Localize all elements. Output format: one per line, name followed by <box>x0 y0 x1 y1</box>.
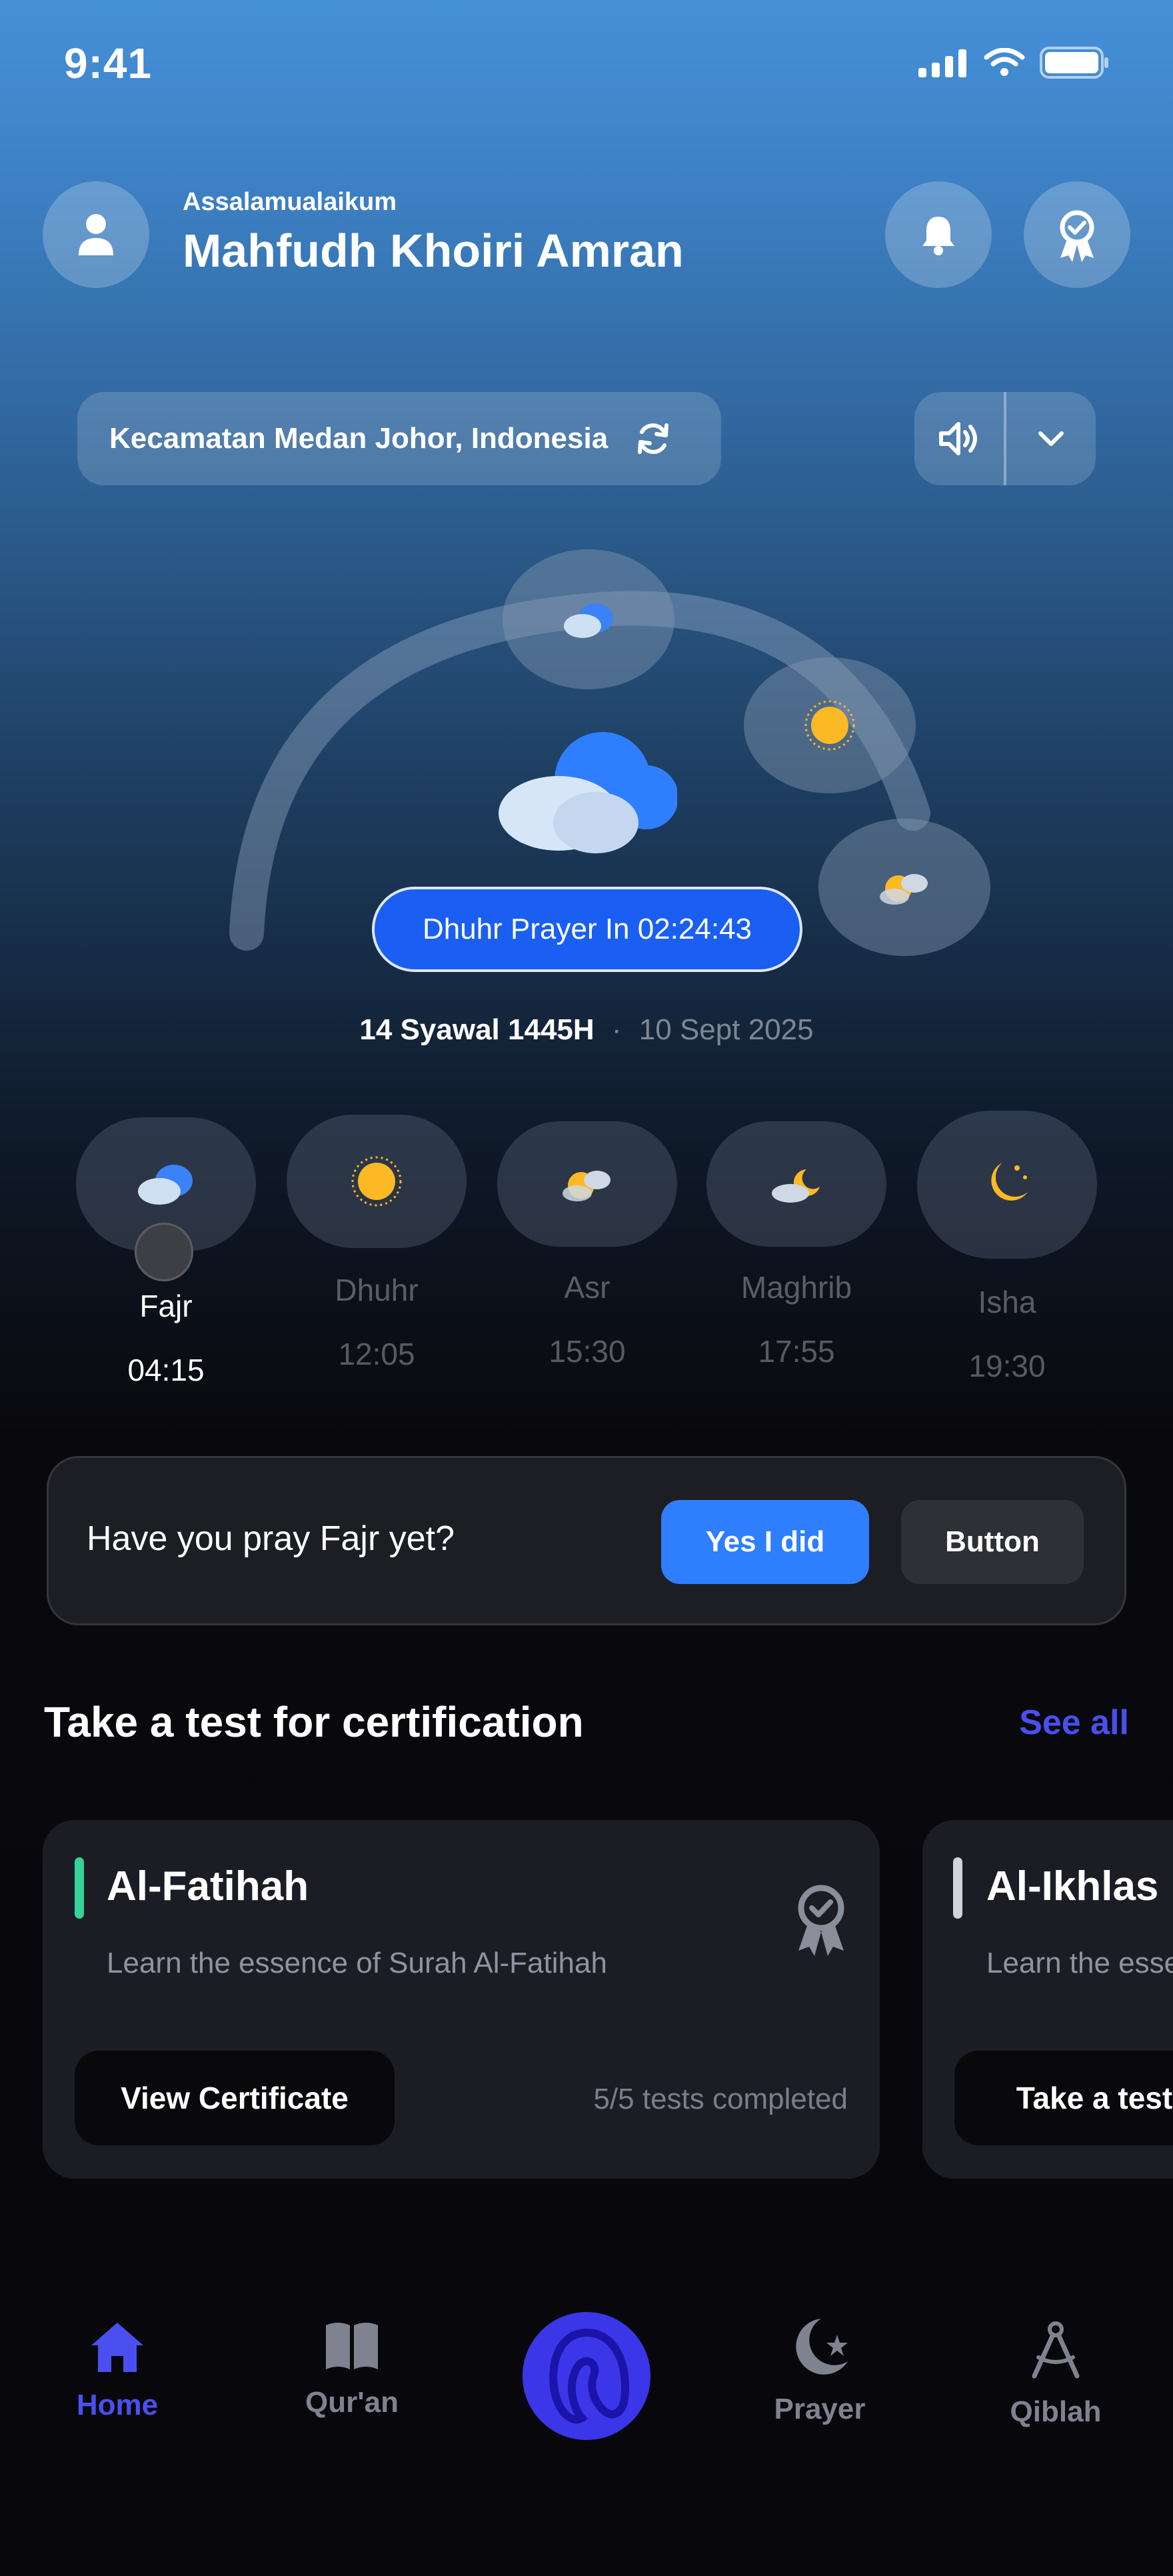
prayer-asr[interactable]: Asr 15:30 <box>497 1121 677 1369</box>
prayer-bubble <box>497 1121 677 1247</box>
take-test-button[interactable]: Take a test <box>954 2051 1173 2145</box>
app-logo-icon <box>549 2328 629 2424</box>
hijri-date: 14 Syawal 1445H <box>359 1013 594 1046</box>
cert-description: Learn the essence of Surah Al-Ikhlas <box>986 1947 1173 1979</box>
prayer-check-question: Have you pray Fajr yet? <box>87 1519 455 1558</box>
achievements-button[interactable] <box>1024 181 1130 288</box>
arc-node-asr <box>818 819 990 956</box>
signal-bars-icon <box>918 49 966 77</box>
date-line: 14 Syawal 1445H · 10 Sept 2025 <box>0 1013 1173 1047</box>
nav-label: Qur'an <box>305 2386 399 2419</box>
prayer-time: 17:55 <box>758 1334 835 1369</box>
notification-button[interactable] <box>885 181 992 288</box>
prayer-time: 15:30 <box>549 1334 626 1369</box>
prayer-name: Isha <box>978 1285 1036 1319</box>
award-ribbon-icon <box>798 1885 844 1956</box>
cert-progress: 5/5 tests completed <box>593 2083 848 2115</box>
nav-prayer[interactable]: Prayer <box>746 2315 893 2426</box>
chevron-down-icon <box>1038 431 1064 446</box>
cert-title: Al-Fatihah <box>107 1863 309 1909</box>
prayer-time: 04:15 <box>127 1353 205 1387</box>
greeting: Assalamualaikum <box>183 188 397 216</box>
prayer-name: Maghrib <box>740 1270 852 1305</box>
location-selector[interactable]: Kecamatan Medan Johor, Indonesia <box>77 392 721 485</box>
prayer-bubble <box>287 1115 467 1248</box>
moon-stars-icon <box>991 1163 1028 1201</box>
award-badge-icon <box>1060 210 1094 262</box>
user-icon <box>79 214 113 255</box>
arc-node-fajr <box>503 549 674 689</box>
cloud-icon <box>138 1165 193 1205</box>
prayer-maghrib[interactable]: Maghrib 17:55 <box>706 1121 886 1369</box>
center-action-button[interactable] <box>523 2312 650 2440</box>
compass-icon <box>1032 2321 1080 2379</box>
see-all-link[interactable]: See all <box>1019 1703 1129 1743</box>
book-icon <box>326 2323 378 2369</box>
prayer-bubble <box>706 1121 886 1247</box>
prayer-bubble <box>917 1111 1097 1259</box>
active-indicator <box>135 1223 193 1281</box>
arc-node-dhuhr <box>744 657 916 793</box>
section-title: Take a test for certification <box>44 1698 584 1746</box>
prayer-time: 19:30 <box>968 1349 1046 1383</box>
cert-accent <box>75 1857 84 1919</box>
gregorian-date: 10 Sept 2025 <box>638 1013 814 1046</box>
yes-button[interactable]: Yes I did <box>661 1500 869 1584</box>
nav-label: Home <box>76 2389 159 2421</box>
status-icons <box>918 47 1109 79</box>
sun-icon <box>351 1156 402 1207</box>
secondary-button[interactable]: Button <box>901 1500 1084 1584</box>
prayer-bubble <box>76 1117 256 1281</box>
cert-title: Al-Ikhlas <box>986 1863 1159 1909</box>
status-time: 9:41 <box>64 39 153 87</box>
prayer-name: Fajr <box>139 1289 193 1323</box>
sound-toggle[interactable] <box>914 392 1004 485</box>
next-prayer-countdown[interactable]: Dhuhr Prayer In 02:24:43 <box>372 887 802 972</box>
battery-icon <box>1040 47 1108 79</box>
prayer-fajr[interactable]: Fajr 04:15 <box>76 1117 256 1388</box>
sun-icon <box>804 700 855 751</box>
bell-icon <box>922 217 954 255</box>
prayer-name: Dhuhr <box>335 1273 419 1307</box>
cloud-moon-icon <box>772 1169 820 1203</box>
avatar[interactable] <box>43 181 149 288</box>
prayer-name: Asr <box>564 1270 610 1305</box>
nav-label: Qiblah <box>1010 2395 1102 2428</box>
sound-control <box>914 392 1096 485</box>
cert-card-al-ikhlas[interactable]: Al-Ikhlas Learn the essence of Surah Al-… <box>922 1820 1173 2179</box>
date-separator: · <box>611 1013 622 1046</box>
user-name: Mahfudh Khoiri Amran <box>183 225 684 277</box>
nav-label: Prayer <box>774 2393 866 2425</box>
home-icon <box>91 2323 143 2372</box>
refresh-icon[interactable] <box>634 420 672 457</box>
prayer-isha[interactable]: Isha 19:30 <box>917 1111 1097 1384</box>
nav-quran[interactable]: Qur'an <box>279 2320 425 2419</box>
view-certificate-button[interactable]: View Certificate <box>75 2051 395 2145</box>
cert-card-al-fatihah[interactable]: Al-Fatihah Learn the essence of Surah Al… <box>43 1820 880 2179</box>
location-text: Kecamatan Medan Johor, Indonesia <box>109 422 608 455</box>
nav-qiblah[interactable]: Qiblah <box>982 2320 1129 2429</box>
prayer-time: 12:05 <box>338 1337 415 1371</box>
crescent-star-icon <box>796 2319 848 2375</box>
wifi-icon <box>984 48 1025 76</box>
speaker-icon <box>939 422 978 455</box>
cert-description: Learn the essence of Surah Al-Fatihah <box>107 1947 607 1979</box>
partly-cloudy-icon <box>880 874 928 905</box>
current-weather-cloud-icon <box>499 732 677 853</box>
partly-cloudy-icon <box>563 1171 610 1201</box>
sound-dropdown[interactable] <box>1006 392 1096 485</box>
prayer-dhuhr[interactable]: Dhuhr 12:05 <box>287 1115 467 1372</box>
cloud-icon <box>564 603 613 638</box>
cert-accent <box>953 1857 962 1919</box>
nav-home[interactable]: Home <box>44 2320 191 2422</box>
